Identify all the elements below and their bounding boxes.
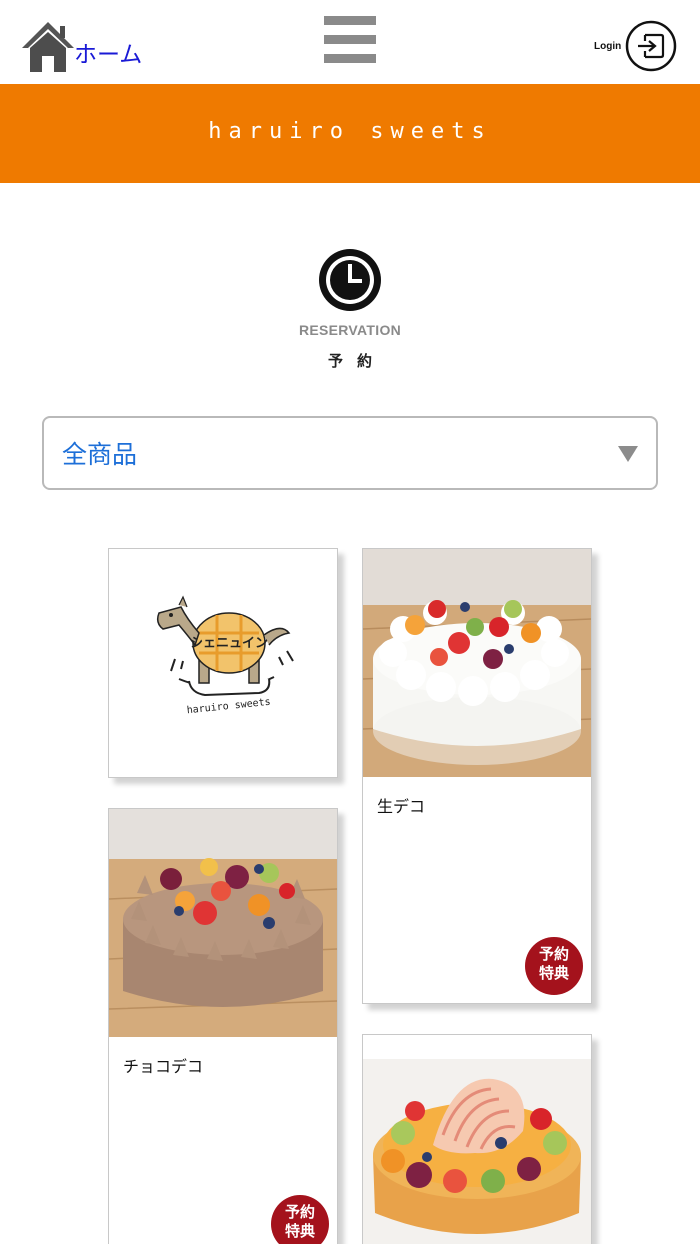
reservation-bonus-badge: 予約 特典 <box>271 1195 329 1244</box>
shop-logo: シェニュイン haruiro sweets <box>109 549 337 777</box>
product-image <box>109 809 337 1037</box>
chevron-down-icon <box>618 446 638 462</box>
login-icon <box>625 20 677 72</box>
site-banner: haruiro sweets <box>0 84 700 183</box>
product-card[interactable]: チョコデコ 予約 特典 <box>108 808 338 1244</box>
home-link[interactable]: ホーム <box>20 18 142 74</box>
product-image <box>363 1035 591 1244</box>
category-select[interactable]: 全商品 <box>42 416 658 490</box>
product-name: チョコデコ <box>123 1057 204 1076</box>
login-label: Login <box>594 40 622 52</box>
hamburger-menu-icon[interactable] <box>324 16 376 64</box>
reservation-bonus-badge: 予約 特典 <box>525 937 583 995</box>
product-image <box>363 549 591 777</box>
category-select-value: 全商品 <box>62 440 138 469</box>
shop-logo-card[interactable]: シェニュイン haruiro sweets <box>108 548 338 778</box>
product-card[interactable]: 生デコ 予約 特典 <box>362 548 592 1004</box>
product-card[interactable] <box>362 1034 592 1244</box>
top-nav: ホーム Login <box>0 0 700 84</box>
clock-icon <box>319 249 381 311</box>
login-button[interactable]: Login <box>594 18 677 74</box>
logo-text: シェニュイン <box>190 636 268 651</box>
home-icon <box>22 22 74 72</box>
reservation-heading-en: RESERVATION <box>298 322 402 338</box>
reservation-heading-ja: 予約 <box>327 352 386 370</box>
site-title: haruiro sweets <box>208 118 492 144</box>
product-name: 生デコ <box>377 797 426 816</box>
home-label: ホーム <box>74 42 143 68</box>
